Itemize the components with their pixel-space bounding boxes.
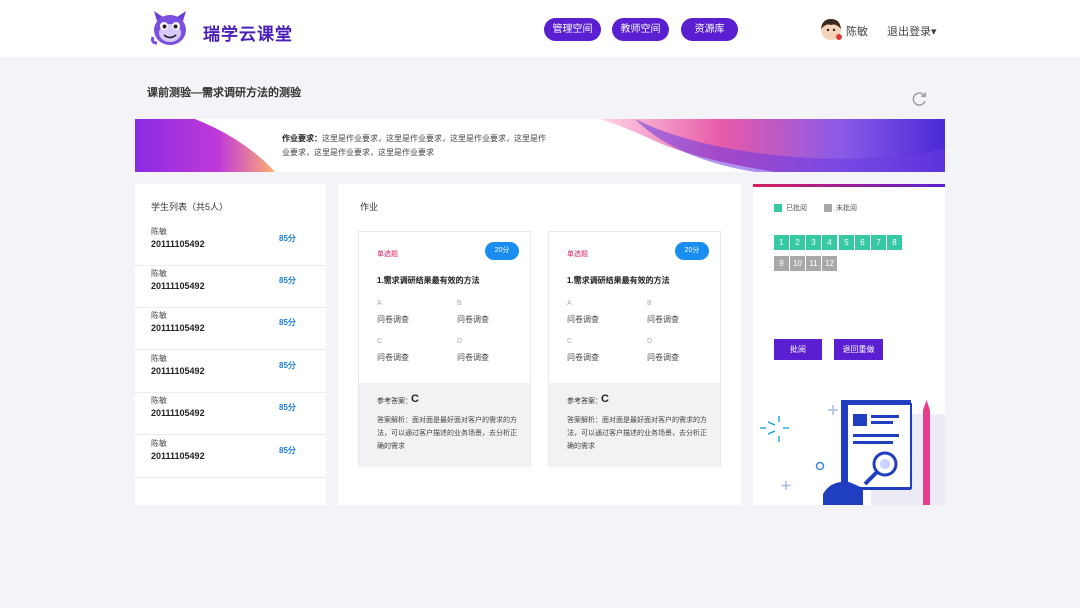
nav-manage-space[interactable]: 管理空间 bbox=[544, 18, 601, 41]
question-number-done[interactable]: 1 bbox=[774, 235, 789, 250]
question-points-badge: 20分 bbox=[485, 242, 519, 260]
student-name: 陈敏 bbox=[151, 227, 167, 236]
brand-name: 瑞学云课堂 bbox=[203, 25, 293, 44]
review-illustration bbox=[760, 400, 945, 505]
question-number-todo[interactable]: 11 bbox=[806, 256, 821, 271]
option-key: B bbox=[457, 300, 462, 307]
question-type: 单选题 bbox=[377, 251, 398, 258]
student-name: 陈敏 bbox=[151, 439, 167, 448]
answer-label: 参考答案： bbox=[377, 398, 412, 405]
student-id: 20111105492 bbox=[151, 323, 205, 333]
question-text: 1.需求调研结果最有效的方法 bbox=[377, 276, 480, 285]
question-number-todo[interactable]: 12 bbox=[822, 256, 837, 271]
answer-value: C bbox=[601, 393, 609, 405]
legend-todo-label: 未批阅 bbox=[836, 205, 857, 212]
answer-label: 参考答案： bbox=[567, 398, 602, 405]
logo-mascot-icon bbox=[151, 11, 186, 45]
question-points-badge: 20分 bbox=[675, 242, 709, 260]
student-id: 20111105492 bbox=[151, 281, 205, 291]
review-button[interactable]: 批阅 bbox=[774, 339, 822, 360]
option-value: 问卷调查 bbox=[457, 353, 489, 362]
legend-done-swatch bbox=[774, 204, 782, 212]
page-title: 课前测验—需求调研方法的测验 bbox=[147, 87, 301, 99]
student-score: 85分 bbox=[279, 318, 296, 327]
question-number-done[interactable]: 4 bbox=[822, 235, 837, 250]
student-row[interactable]: 陈敏 20111105492 85分 bbox=[135, 436, 326, 478]
student-score: 85分 bbox=[279, 403, 296, 412]
student-id: 20111105492 bbox=[151, 451, 205, 461]
question-number-todo[interactable]: 9 bbox=[774, 256, 789, 271]
requirement-banner: 作业要求：这里是作业要求，这里是作业要求，这里是作业要求，这里是作业要求，这里是… bbox=[135, 119, 945, 172]
nav-teacher-space[interactable]: 教师空间 bbox=[612, 18, 669, 41]
nav-resource-library[interactable]: 资源库 bbox=[681, 18, 738, 41]
refresh-icon[interactable] bbox=[910, 90, 928, 108]
student-score: 85分 bbox=[279, 361, 296, 370]
user-name[interactable]: 陈敏 bbox=[846, 23, 868, 39]
option-key: D bbox=[647, 338, 653, 345]
option-key: B bbox=[647, 300, 652, 307]
student-name: 陈敏 bbox=[151, 311, 167, 320]
homework-title: 作业 bbox=[360, 202, 379, 212]
option-key: C bbox=[567, 338, 573, 345]
student-id: 20111105492 bbox=[151, 239, 205, 249]
review-panel: 已批阅 未批阅 1 2 3 4 5 6 7 8 9 10 11 12 批阅 退回… bbox=[753, 184, 945, 505]
student-score: 85分 bbox=[279, 446, 296, 455]
answer-analysis: 答案解析：面对面是最好面对客户的需求的方法，可以通过客户描述的业务场景，去分析正… bbox=[567, 417, 707, 450]
student-row[interactable]: 陈敏 20111105492 85分 bbox=[135, 266, 326, 308]
homework-panel: 作业 单选题 20分 1.需求调研结果最有效的方法 A 问卷调查 B 问卷调查 … bbox=[338, 184, 741, 505]
option-key: A bbox=[567, 300, 572, 307]
option-value: 问卷调查 bbox=[567, 353, 599, 362]
answer-value: C bbox=[411, 393, 419, 405]
question-text: 1.需求调研结果最有效的方法 bbox=[567, 276, 670, 285]
panel-accent-bar bbox=[753, 184, 945, 187]
student-list-title: 学生列表（共5人） bbox=[151, 202, 229, 212]
question-card: 单选题 20分 1.需求调研结果最有效的方法 A 问卷调查 B 问卷调查 C 问… bbox=[548, 231, 721, 467]
student-row[interactable]: 陈敏 20111105492 85分 bbox=[135, 308, 326, 350]
question-number-done[interactable]: 2 bbox=[790, 235, 805, 250]
student-list-panel: 学生列表（共5人） 陈敏 20111105492 85分 陈敏 20111105… bbox=[135, 184, 326, 505]
question-number-done[interactable]: 3 bbox=[806, 235, 821, 250]
student-name: 陈敏 bbox=[151, 396, 167, 405]
requirement-text: 作业要求：这里是作业要求，这里是作业要求，这里是作业要求，这里是作业要求，这里是… bbox=[282, 132, 552, 160]
option-value: 问卷调查 bbox=[377, 315, 409, 324]
legend-todo-swatch bbox=[824, 204, 832, 212]
option-value: 问卷调查 bbox=[457, 315, 489, 324]
student-id: 20111105492 bbox=[151, 408, 205, 418]
requirement-label: 作业要求： bbox=[282, 134, 322, 143]
question-number-done[interactable]: 8 bbox=[887, 235, 902, 250]
question-number-done[interactable]: 7 bbox=[871, 235, 886, 250]
requirement-body: 这里是作业要求，这里是作业要求，这里是作业要求，这里是作业要求，这里是作业要求，… bbox=[282, 134, 546, 157]
student-score: 85分 bbox=[279, 234, 296, 243]
option-value: 问卷调查 bbox=[647, 353, 679, 362]
answer-section: 参考答案： C 答案解析：面对面是最好面对客户的需求的方法，可以通过客户描述的业… bbox=[549, 383, 720, 467]
question-card: 单选题 20分 1.需求调研结果最有效的方法 A 问卷调查 B 问卷调查 C 问… bbox=[358, 231, 531, 467]
option-value: 问卷调查 bbox=[377, 353, 409, 362]
answer-analysis: 答案解析：面对面是最好面对客户的需求的方法，可以通过客户描述的业务场景，去分析正… bbox=[377, 417, 517, 450]
student-row[interactable]: 陈敏 20111105492 85分 bbox=[135, 224, 326, 266]
legend-done-label: 已批阅 bbox=[786, 205, 807, 212]
student-name: 陈敏 bbox=[151, 354, 167, 363]
top-bar: 瑞学云课堂 管理空间 教师空间 资源库 陈敏 退出登录▾ bbox=[0, 0, 1080, 57]
question-number-todo[interactable]: 10 bbox=[790, 256, 805, 271]
option-value: 问卷调查 bbox=[647, 315, 679, 324]
student-row[interactable]: 陈敏 20111105492 85分 bbox=[135, 393, 326, 435]
option-key: D bbox=[457, 338, 463, 345]
option-key: C bbox=[377, 338, 383, 345]
option-value: 问卷调查 bbox=[567, 315, 599, 324]
question-type: 单选题 bbox=[567, 251, 588, 258]
option-key: A bbox=[377, 300, 382, 307]
answer-section: 参考答案： C 答案解析：面对面是最好面对客户的需求的方法，可以通过客户描述的业… bbox=[359, 383, 530, 467]
avatar[interactable] bbox=[819, 17, 843, 41]
logout-dropdown[interactable]: 退出登录▾ bbox=[887, 23, 937, 39]
student-score: 85分 bbox=[279, 276, 296, 285]
return-redo-button[interactable]: 退回重做 bbox=[834, 339, 883, 360]
student-name: 陈敏 bbox=[151, 269, 167, 278]
student-row[interactable]: 陈敏 20111105492 85分 bbox=[135, 351, 326, 393]
question-number-done[interactable]: 5 bbox=[839, 235, 854, 250]
student-id: 20111105492 bbox=[151, 366, 205, 376]
question-number-done[interactable]: 6 bbox=[855, 235, 870, 250]
